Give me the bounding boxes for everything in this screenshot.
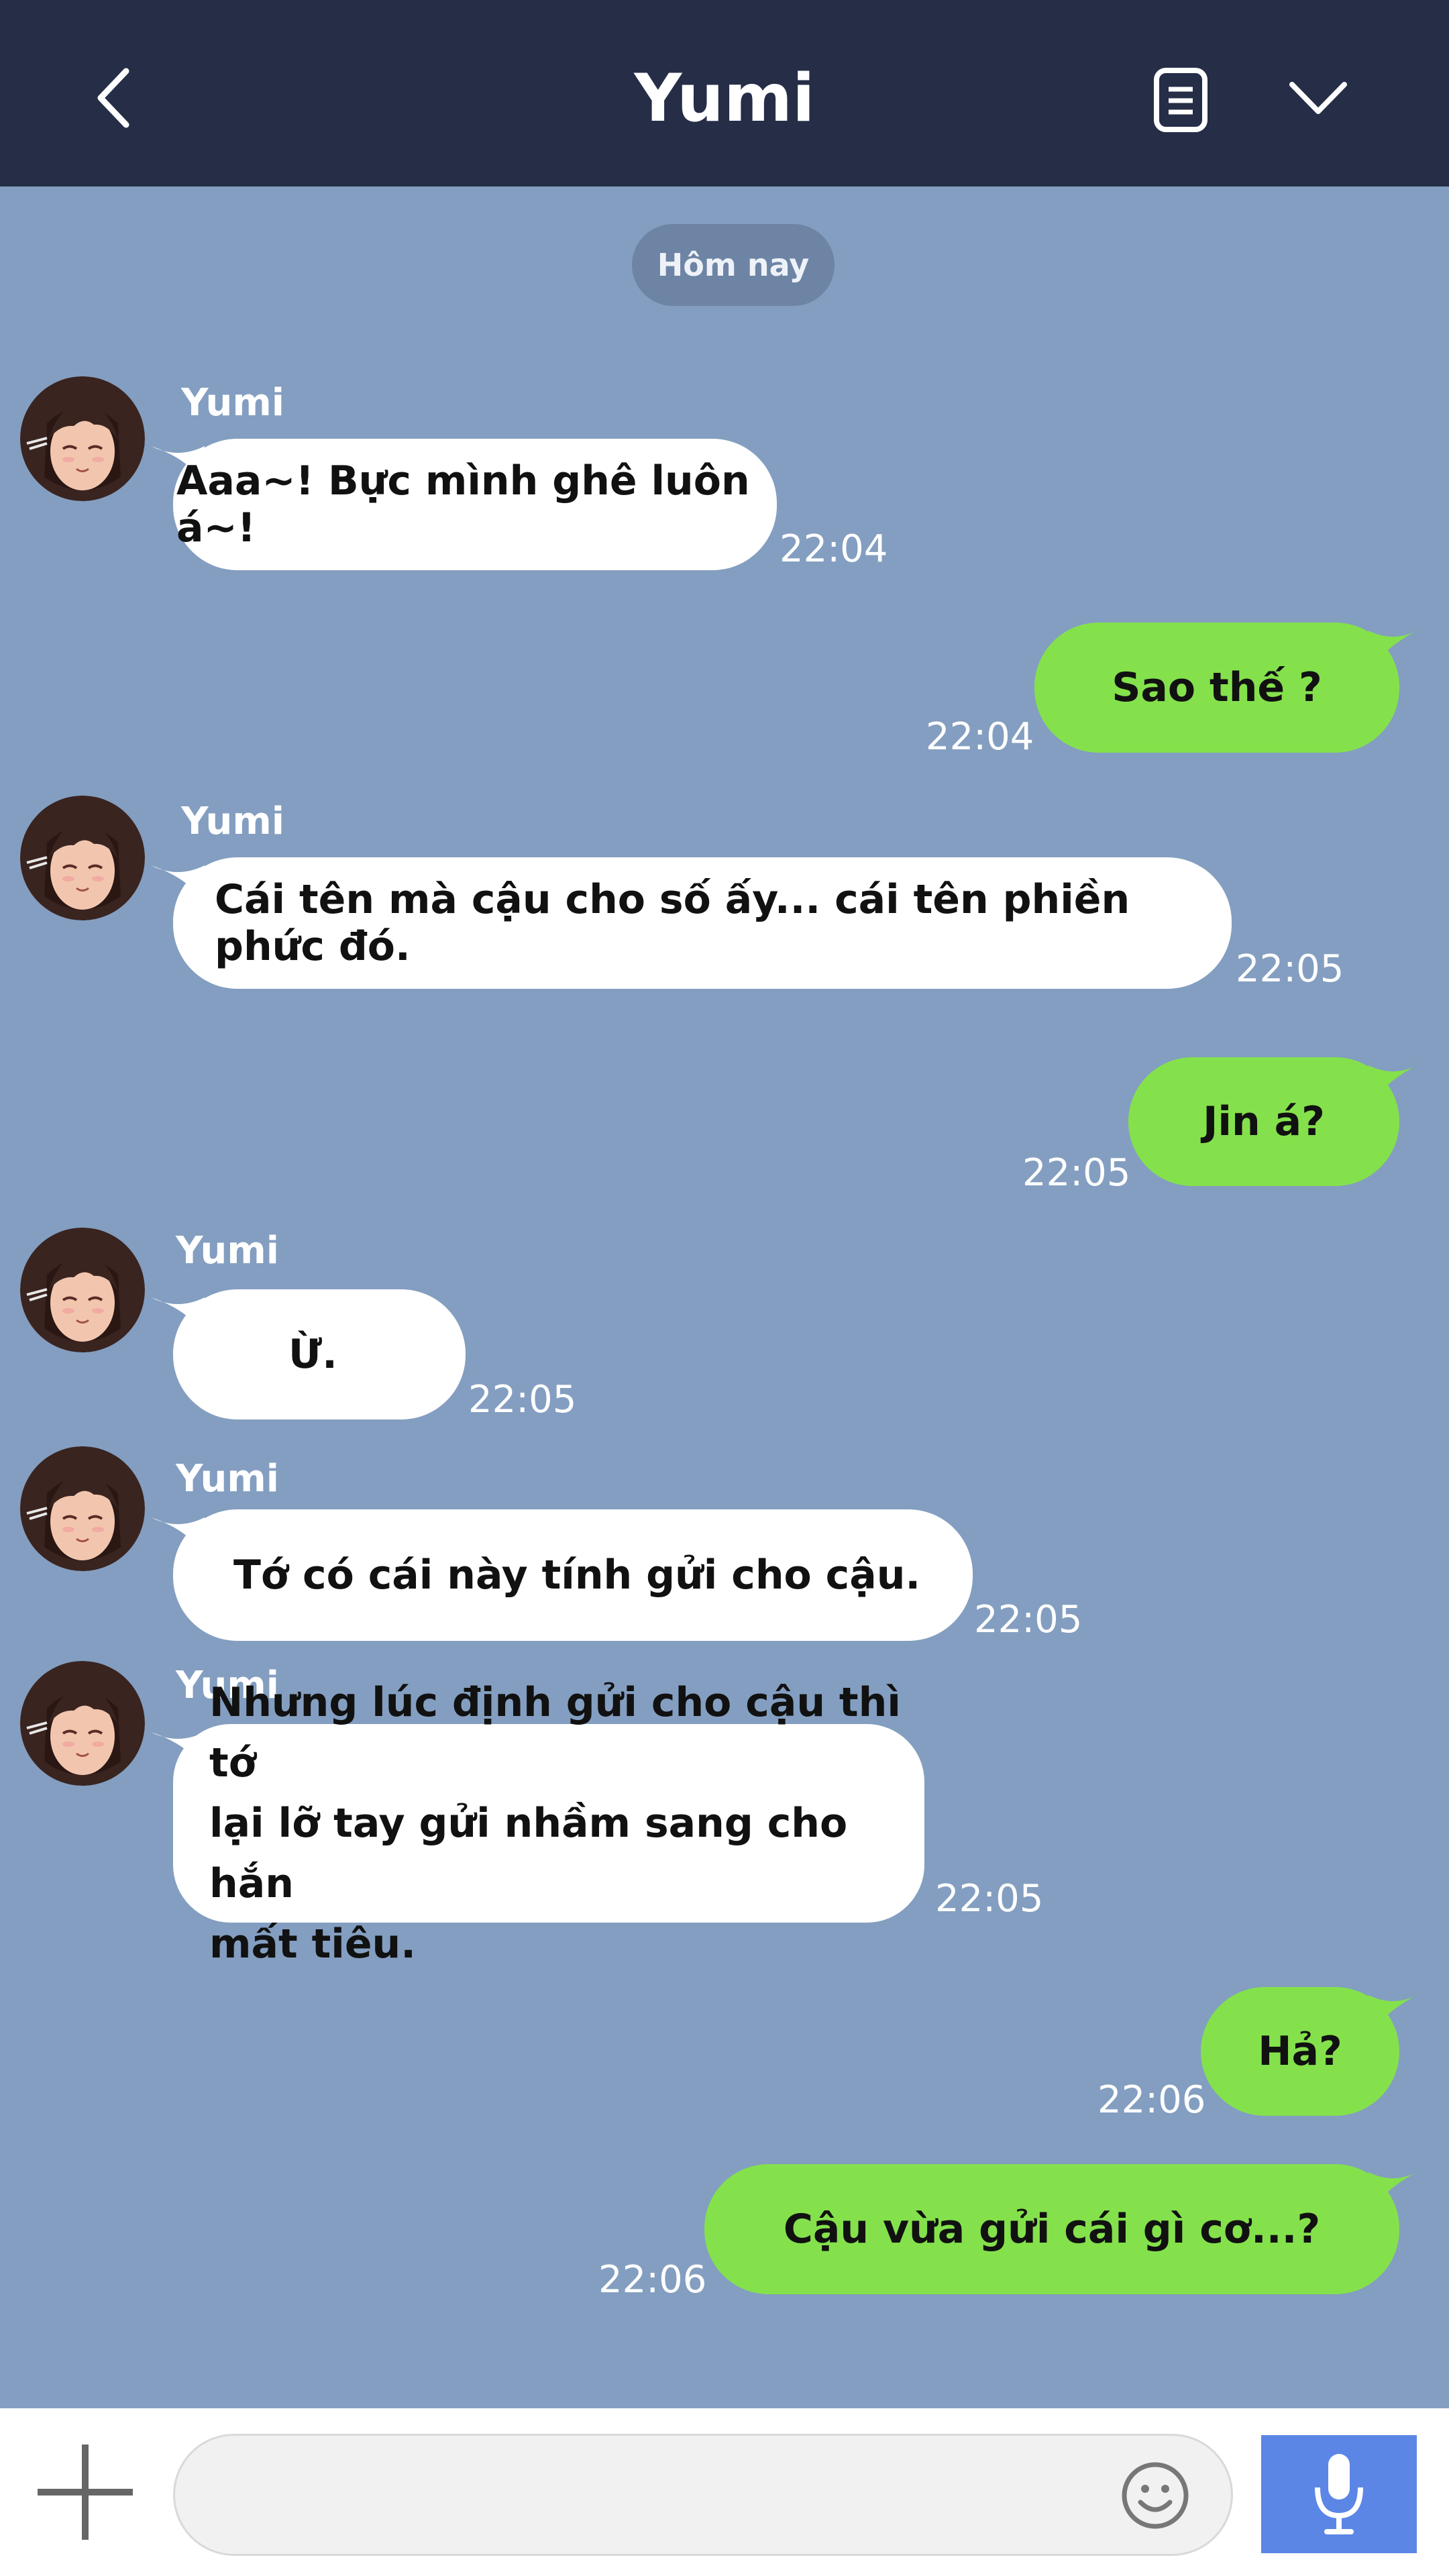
- message-text: Jin á?: [1203, 1098, 1325, 1145]
- sender-name: Yumi: [176, 1457, 279, 1501]
- avatar[interactable]: [20, 376, 145, 501]
- message-time: 22:05: [1236, 947, 1344, 991]
- outgoing-message-bubble[interactable]: Sao thế ?: [1034, 623, 1399, 753]
- bubble-tail: [1368, 1992, 1422, 2035]
- message-line: mất tiêu.: [209, 1921, 417, 1968]
- message-text: Sao thế ?: [1112, 664, 1322, 711]
- message-input[interactable]: [173, 2434, 1233, 2556]
- incoming-message-bubble[interactable]: Aaa~! Bực mình ghê luôn á~!: [173, 439, 777, 570]
- sender-name: Yumi: [181, 800, 284, 843]
- message-time: 22:05: [468, 1378, 577, 1421]
- outgoing-message-bubble[interactable]: Cậu vừa gửi cái gì cơ...?: [704, 2164, 1399, 2294]
- avatar[interactable]: [20, 1228, 145, 1352]
- date-divider: Hôm nay: [632, 224, 835, 306]
- avatar[interactable]: [20, 1661, 145, 1786]
- bubble-tail: [1368, 628, 1422, 671]
- bubble-tail: [1368, 1063, 1422, 1106]
- message-line: lại lỡ tay gửi nhầm sang cho hắn: [209, 1800, 848, 1907]
- incoming-message-bubble[interactable]: Cái tên mà cậu cho số ấy... cái tên phiề…: [173, 857, 1232, 989]
- message-time: 22:05: [935, 1877, 1044, 1921]
- message-time: 22:06: [1097, 2078, 1206, 2122]
- message-text: Nhưng lúc định gửi cho cậu thì tớ lại lỡ…: [209, 1672, 924, 1974]
- chat-title: Yumi: [634, 60, 815, 137]
- message-time: 22:05: [1022, 1151, 1131, 1195]
- incoming-message-bubble[interactable]: Ừ.: [173, 1289, 466, 1419]
- message-line: Nhưng lúc định gửi cho cậu thì tớ: [209, 1679, 901, 1786]
- message-time: 22:05: [974, 1598, 1083, 1642]
- microphone-button[interactable]: [1261, 2435, 1417, 2553]
- chat-header: Yumi: [0, 0, 1449, 186]
- sender-name: Yumi: [181, 381, 284, 425]
- message-time: 22:04: [926, 715, 1034, 759]
- bubble-tail: [1368, 2169, 1422, 2212]
- dropdown-chevron-icon[interactable]: [1288, 78, 1348, 118]
- plus-icon[interactable]: [35, 2442, 136, 2542]
- message-text: Hả?: [1258, 2028, 1342, 2075]
- message-text: Cậu vừa gửi cái gì cơ...?: [783, 2206, 1321, 2253]
- incoming-message-bubble[interactable]: Nhưng lúc định gửi cho cậu thì tớ lại lỡ…: [173, 1679, 924, 1968]
- message-text: Tớ có cái này tính gửi cho cậu.: [233, 1552, 921, 1599]
- avatar[interactable]: [20, 796, 145, 920]
- message-text: Cái tên mà cậu cho số ấy... cái tên phiề…: [215, 876, 1130, 970]
- message-time: 22:06: [598, 2258, 707, 2302]
- emoji-icon[interactable]: [1120, 2461, 1190, 2530]
- notes-icon[interactable]: [1152, 67, 1209, 133]
- message-time: 22:04: [780, 527, 888, 571]
- sender-name: Yumi: [176, 1229, 279, 1273]
- message-text: Aaa~! Bực mình ghê luôn á~!: [176, 458, 750, 551]
- microphone-icon: [1315, 2454, 1363, 2534]
- message-text: Ừ.: [288, 1331, 337, 1378]
- avatar[interactable]: [20, 1446, 145, 1571]
- incoming-message-bubble[interactable]: Tớ có cái này tính gửi cho cậu.: [173, 1509, 973, 1641]
- outgoing-message-bubble[interactable]: Jin á?: [1128, 1057, 1399, 1186]
